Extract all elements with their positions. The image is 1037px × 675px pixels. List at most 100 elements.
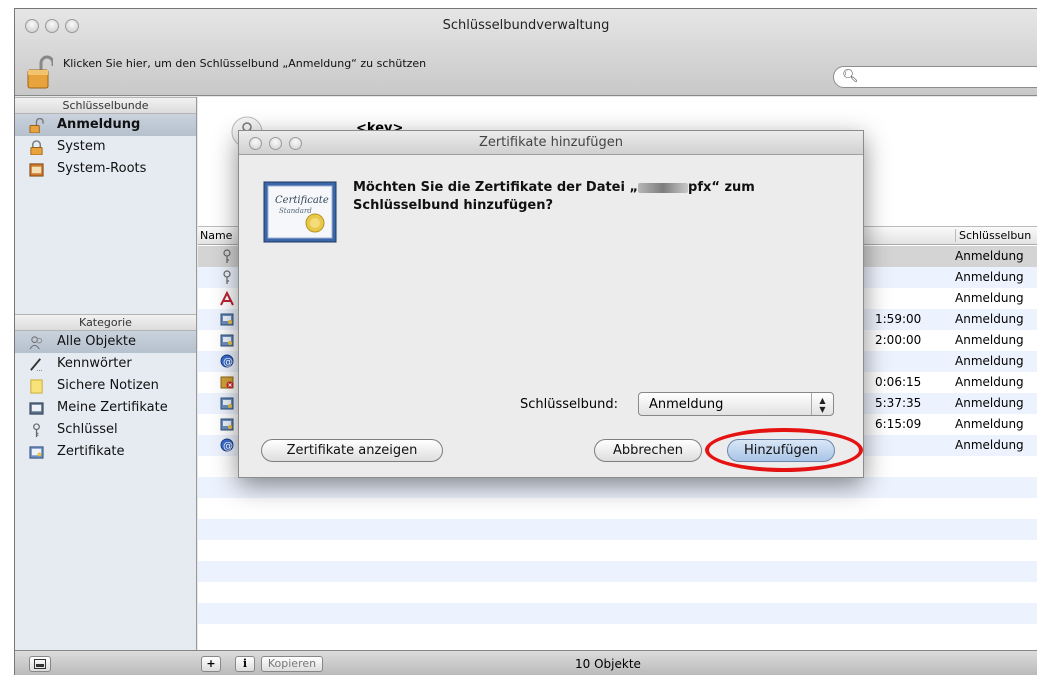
row-keychain: Anmeldung (955, 333, 1024, 347)
my-certificate-icon (29, 402, 44, 415)
show-certificates-button[interactable]: Zertifikate anzeigen (261, 439, 443, 462)
row-date: 2:00:00 (875, 333, 922, 347)
svg-text:@: @ (223, 441, 233, 452)
note-icon (30, 379, 43, 394)
sidebar-item-certificates[interactable]: Zertifikate (15, 441, 196, 463)
svg-text:@: @ (223, 357, 233, 368)
sidebar-item-system-roots[interactable]: System-Roots (15, 158, 196, 180)
sidebar-item-secure-notes[interactable]: Sichere Notizen (15, 375, 196, 397)
sidebar-item-my-certificates[interactable]: Meine Zertifikate (15, 397, 196, 419)
row-date: 0:06:15 (875, 375, 922, 389)
sidebar-item-label: Meine Zertifikate (57, 400, 168, 415)
sidebar-item-anmeldung[interactable]: Anmeldung (15, 114, 196, 136)
add-certificates-dialog: Zertifikate hinzufügen Certificate Stand… (238, 130, 864, 478)
sidebar-item-label: Sichere Notizen (57, 378, 159, 393)
copy-button[interactable]: Kopieren (261, 656, 323, 672)
pencil-icon: ... (30, 358, 43, 372)
row-keychain: Anmeldung (955, 417, 1024, 431)
search-field[interactable]: 🔍︎ (833, 66, 1037, 88)
empty-row (198, 582, 1037, 603)
key-icon (223, 249, 231, 263)
dialog-message: Möchten Sie die Zertifikate der Datei „ p… (353, 179, 833, 215)
row-keychain: Anmeldung (955, 270, 1024, 284)
key-icon (223, 270, 231, 284)
sidebar-item-label: Schlüssel (57, 422, 118, 437)
cabinet-icon (29, 163, 44, 177)
column-header-keychain[interactable]: Schlüsselbun (955, 229, 1031, 242)
sidebar-item-label: Anmeldung (57, 117, 141, 132)
open-lock-icon (29, 118, 44, 133)
sidebar-item-label: Alle Objekte (57, 334, 136, 349)
category-header: Kategorie (15, 314, 196, 331)
app-icon (220, 291, 234, 306)
empty-row (198, 624, 1037, 645)
sidebar-item-label: Zertifikate (57, 444, 125, 459)
sidebar-item-all-items[interactable]: Alle Objekte (15, 331, 196, 353)
search-icon: 🔍︎ (842, 69, 859, 84)
certificate-icon (220, 397, 234, 410)
open-lock-icon[interactable] (27, 55, 53, 89)
empty-row (198, 519, 1037, 540)
at-icon: @ (220, 438, 234, 452)
red-highlight-circle (705, 428, 863, 472)
row-keychain: Anmeldung (955, 375, 1024, 389)
row-keychain: Anmeldung (955, 249, 1024, 263)
certificate-icon (220, 418, 234, 431)
keychain-label: Schlüsselbund: (520, 397, 619, 412)
dialog-title: Zertifikate hinzufügen (478, 135, 624, 150)
sidebar-item-keys[interactable]: Schlüssel (15, 419, 196, 441)
info-button[interactable]: i (235, 656, 255, 672)
people-icon (29, 336, 43, 350)
invalid-certificate-icon (220, 376, 234, 389)
certificate-icon (220, 334, 234, 347)
svg-text:...: ... (37, 365, 43, 372)
item-count-status: 10 Objekte (575, 657, 641, 671)
bottom-bar: + i Kopieren 10 Objekte (15, 650, 1037, 675)
row-date: 1:59:00 (875, 312, 922, 326)
row-keychain: Anmeldung (955, 438, 1024, 452)
keychains-header: Schlüsselbunde (15, 97, 196, 114)
empty-row (198, 540, 1037, 561)
certificate-icon: Certificate Standard (263, 181, 337, 243)
dialog-message-part1: Möchten Sie die Zertifikate der Datei „ (353, 180, 639, 195)
lock-icon (30, 140, 43, 155)
dialog-message-part3: Schlüsselbund hinzufügen? (353, 198, 554, 213)
row-date: 5:37:35 (875, 396, 922, 410)
row-date: 6:15:09 (875, 417, 922, 431)
key-icon (33, 423, 40, 438)
certificate-badge-line1: Certificate (275, 195, 329, 206)
dialog-titlebar: Zertifikate hinzufügen (239, 131, 863, 155)
column-header-name[interactable]: Name (200, 229, 232, 242)
keychain-select[interactable]: Anmeldung ▲ ▼ (638, 392, 834, 416)
add-button[interactable]: + (201, 656, 221, 672)
certificate-badge-line2: Standard (279, 207, 312, 215)
sidebar-item-label: System-Roots (57, 161, 147, 176)
show-sidebar-button[interactable] (29, 656, 51, 672)
redacted-filename (638, 182, 689, 193)
certificate-icon (220, 313, 234, 326)
sidebar: Schlüsselbunde Anmeldung System System-R… (15, 97, 197, 650)
certificate-icon (29, 446, 44, 459)
row-keychain: Anmeldung (955, 291, 1024, 305)
sidebar-item-label: Kennwörter (57, 356, 132, 371)
dialog-message-part2: pfx“ zum (688, 180, 755, 195)
row-keychain: Anmeldung (955, 312, 1024, 326)
lock-message[interactable]: Klicken Sie hier, um den Schlüsselbund „… (63, 57, 426, 70)
up-down-arrows-icon: ▲ ▼ (811, 393, 833, 415)
sidebar-item-passwords[interactable]: ... Kennwörter (15, 353, 196, 375)
cancel-button[interactable]: Abbrechen (594, 439, 702, 462)
sidebar-item-system[interactable]: System (15, 136, 196, 158)
at-icon: @ (220, 354, 234, 368)
window-icon (34, 659, 46, 669)
window-title: Schlüsselbundverwaltung (442, 18, 610, 33)
keychain-select-value: Anmeldung (649, 397, 724, 412)
row-keychain: Anmeldung (955, 354, 1024, 368)
empty-row (198, 561, 1037, 582)
empty-row (198, 498, 1037, 519)
screen-background: Schlüsselbundverwaltung Klicken Sie hier… (0, 0, 1037, 675)
empty-row (198, 477, 1037, 498)
row-keychain: Anmeldung (955, 396, 1024, 410)
sidebar-item-label: System (57, 139, 106, 154)
window-titlebar: Schlüsselbundverwaltung Klicken Sie hier… (15, 9, 1037, 96)
empty-row (198, 603, 1037, 624)
